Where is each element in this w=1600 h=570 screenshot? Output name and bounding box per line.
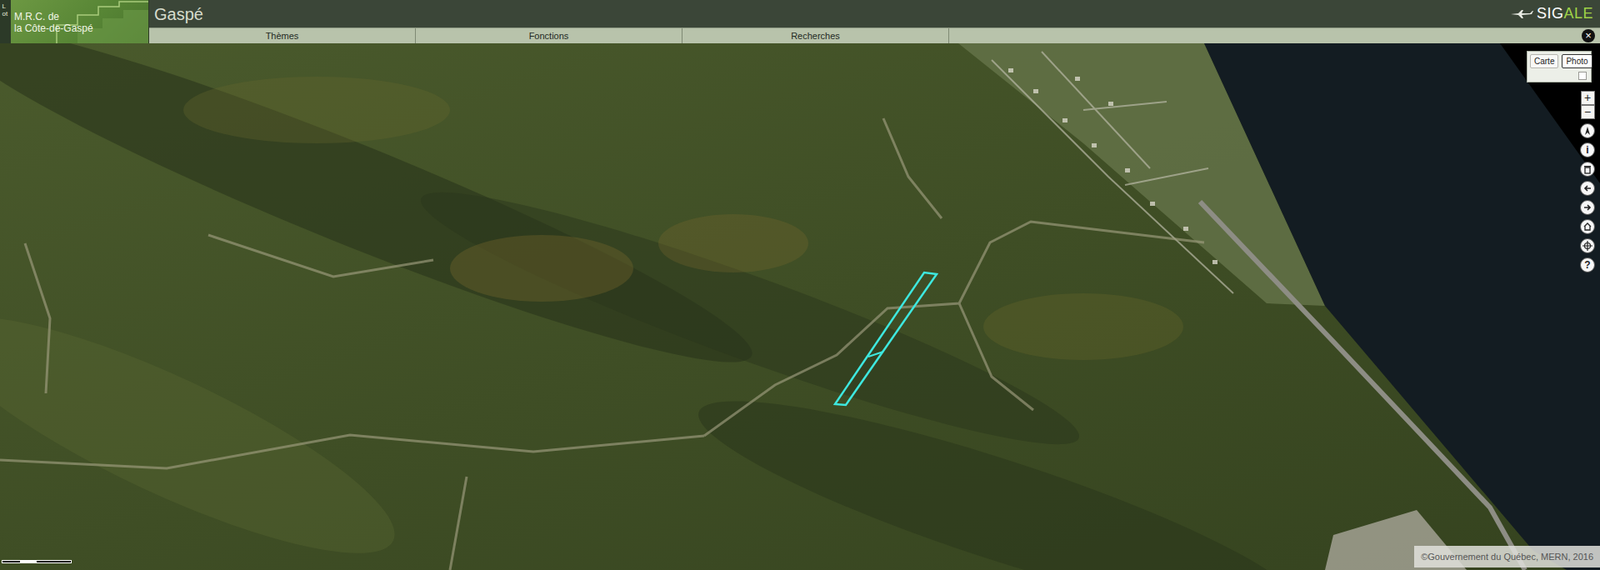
app-title: Gaspé: [149, 1, 204, 27]
close-button[interactable]: ×: [1581, 29, 1595, 43]
menu-item[interactable]: Thèmes: [149, 28, 416, 44]
menu-bar: ThèmesFonctionsRecherches ×: [149, 27, 1600, 44]
zoom-out-button[interactable]: −: [1580, 105, 1595, 120]
back-arrow-icon[interactable]: [1580, 180, 1595, 196]
home-icon[interactable]: [1580, 219, 1595, 235]
brand-suffix: ALE: [1563, 2, 1594, 25]
trash-icon[interactable]: [1580, 161, 1595, 177]
view-toggle-button[interactable]: Photo: [1561, 54, 1592, 69]
mrc-logo[interactable]: Lot M.R.C. dela Côte-de-Gaspé: [0, 0, 150, 44]
logo-line: la Côte-de-Gaspé: [14, 23, 94, 35]
copyright: ©Gouvernement du Québec, MERN, 2016: [1414, 545, 1600, 569]
header: Lot M.R.C. dela Côte-de-Gaspé Gaspé SIGA…: [0, 0, 1600, 44]
sigale-logo: SIGALE: [1510, 2, 1600, 25]
view-toggle-button[interactable]: Carte: [1530, 54, 1559, 69]
forward-arrow-icon[interactable]: [1580, 200, 1595, 215]
help-button[interactable]: ?: [1580, 257, 1595, 273]
plane-icon: [1510, 9, 1534, 20]
parcel-outline[interactable]: [835, 272, 937, 405]
menu-item[interactable]: Fonctions: [415, 28, 683, 44]
target-icon[interactable]: [1580, 238, 1595, 254]
logo-line: M.R.C. de: [14, 11, 94, 24]
toolbar: + − i ?: [1580, 90, 1595, 273]
info-button[interactable]: i: [1580, 142, 1595, 158]
menu-item[interactable]: Recherches: [682, 28, 950, 44]
north-arrow-icon[interactable]: [1580, 123, 1595, 139]
map-view[interactable]: CartePhoto + − i ? ©Gouvernement du Québ…: [0, 43, 1600, 570]
aerial-photo[interactable]: [0, 43, 1600, 570]
lot-tab[interactable]: Lot: [0, 0, 11, 44]
title-bar: Gaspé SIGALE: [149, 0, 1600, 28]
view-panel: CartePhoto: [1526, 50, 1592, 83]
zoom-in-button[interactable]: +: [1580, 90, 1595, 105]
brand-prefix: SIG: [1536, 2, 1565, 25]
scale-bar: [1, 560, 72, 564]
overlay-checkbox[interactable]: [1578, 71, 1587, 80]
